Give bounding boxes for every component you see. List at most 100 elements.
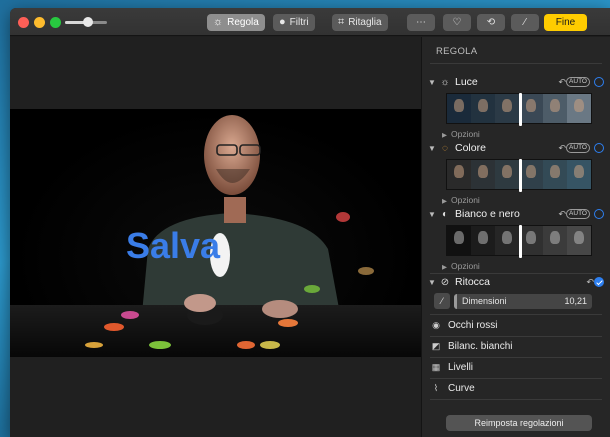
bianco-e-nero-thumbnail-strip[interactable] xyxy=(446,225,592,258)
tab-filtri[interactable]: ● Filtri xyxy=(273,14,315,31)
adjust-sun-icon: ☼ xyxy=(213,16,224,28)
dimension-slider[interactable]: Dimensioni 10,21 xyxy=(454,293,592,309)
tab-filtri-label: Filtri xyxy=(289,17,309,28)
thumbnail xyxy=(471,160,495,189)
luce-toggle[interactable] xyxy=(594,77,604,87)
section-bilanc-bianchi[interactable]: ◩ Bilanc. bianchi xyxy=(430,339,602,353)
undo-icon[interactable]: ↶ xyxy=(558,143,566,154)
section-livelli-label: Livelli xyxy=(448,361,474,373)
colore-options-label: Opzioni xyxy=(451,195,480,205)
rotate-button[interactable]: ⟲ xyxy=(477,14,505,31)
section-ritocca-label: Ritocca xyxy=(455,276,491,288)
close-window-button[interactable] xyxy=(18,17,29,28)
more-button[interactable]: ⋯ xyxy=(407,14,435,31)
tab-ritaglia-label: Ritaglia xyxy=(348,17,382,28)
thumbnail xyxy=(543,160,567,189)
bianco-e-nero-slider-handle[interactable] xyxy=(519,225,522,258)
divider xyxy=(430,273,602,274)
thumbnail xyxy=(495,160,519,189)
auto-luce-button[interactable]: AUTO xyxy=(566,77,590,87)
brush-icon[interactable]: ⁄ xyxy=(434,293,450,309)
curves-icon: ⌇ xyxy=(433,382,439,393)
photo[interactable]: Salva xyxy=(10,109,421,357)
thumbnail xyxy=(471,94,495,123)
thumbnail xyxy=(447,94,471,123)
crop-icon: ⌗ xyxy=(338,16,345,28)
more-icon: ⋯ xyxy=(416,17,426,28)
zoom-slider[interactable] xyxy=(65,17,107,27)
thumbnail xyxy=(543,226,567,255)
done-button[interactable]: Fine xyxy=(544,14,587,31)
disclosure-triangle-icon: ▶ xyxy=(442,264,447,271)
luce-thumbnail-strip[interactable] xyxy=(446,93,592,126)
thumbnail xyxy=(471,226,495,255)
thumbnail xyxy=(519,94,543,123)
section-occhi-rossi[interactable]: ◉ Occhi rossi xyxy=(430,318,602,332)
bianco-e-nero-options[interactable]: ▶ Opzioni xyxy=(442,261,480,271)
section-ritocca-header[interactable]: ▼ ⊘ Ritocca ↶ xyxy=(426,275,606,289)
minimize-window-button[interactable] xyxy=(34,17,45,28)
divider xyxy=(430,63,602,64)
undo-icon[interactable]: ↶ xyxy=(586,277,594,288)
photos-edit-window: ☼ Regola ● Filtri ⌗ Ritaglia ⋯ ♡ ⟲ ⁄ Fin… xyxy=(10,8,610,437)
disclosure-triangle-icon: ▶ xyxy=(442,198,447,205)
magic-wand-icon: ⁄ xyxy=(524,17,526,28)
photo-overlay-text: Salva xyxy=(126,225,221,266)
colore-slider-handle[interactable] xyxy=(519,159,522,192)
tab-regola-label: Regola xyxy=(227,17,259,28)
half-circle-icon: ◐ xyxy=(441,208,449,220)
divider xyxy=(430,399,602,400)
section-luce-header[interactable]: ▼ ☼ Luce ↶ AUTO xyxy=(426,75,606,89)
zoom-slider-knob[interactable] xyxy=(83,17,94,27)
tab-regola[interactable]: ☼ Regola xyxy=(207,14,265,31)
reset-adjustments-button[interactable]: Reimposta regolazioni xyxy=(446,415,592,431)
photo-canvas[interactable]: Salva xyxy=(10,37,421,437)
divider xyxy=(430,336,602,337)
fullscreen-window-button[interactable] xyxy=(50,17,61,28)
disclosure-triangle-icon: ▶ xyxy=(442,132,447,139)
sidebar-title: REGOLA xyxy=(436,46,478,57)
white-balance-icon: ◩ xyxy=(431,340,441,351)
undo-icon[interactable]: ↶ xyxy=(558,209,566,220)
sun-icon: ☼ xyxy=(440,76,450,88)
bianco-e-nero-options-label: Opzioni xyxy=(451,261,480,271)
divider xyxy=(430,357,602,358)
section-livelli[interactable]: ▦ Livelli xyxy=(430,360,602,374)
divider xyxy=(430,314,602,315)
section-curve[interactable]: ⌇ Curve xyxy=(430,381,602,395)
color-wheel-icon: ◌ xyxy=(442,142,448,154)
luce-slider-handle[interactable] xyxy=(519,93,522,126)
favorite-button[interactable]: ♡ xyxy=(443,14,471,31)
section-colore-label: Colore xyxy=(455,142,486,154)
section-colore-header[interactable]: ▼ ◌ Colore ↶ AUTO xyxy=(426,141,606,155)
filters-icon: ● xyxy=(279,16,286,28)
thumbnail xyxy=(495,94,519,123)
auto-enhance-button[interactable]: ⁄ xyxy=(511,14,539,31)
dimension-control[interactable]: ⁄ Dimensioni 10,21 xyxy=(434,293,592,309)
section-bilanc-bianchi-label: Bilanc. bianchi xyxy=(448,340,513,352)
thumbnail xyxy=(519,226,543,255)
disclosure-triangle-icon[interactable]: ▼ xyxy=(426,278,438,287)
section-bianco-e-nero-label: Bianco e nero xyxy=(455,208,520,220)
thumbnail xyxy=(567,94,591,123)
eye-icon: ◉ xyxy=(432,319,440,330)
disclosure-triangle-icon[interactable]: ▼ xyxy=(426,210,438,219)
section-curve-label: Curve xyxy=(448,382,475,394)
colore-thumbnail-strip[interactable] xyxy=(446,159,592,192)
luce-options[interactable]: ▶ Opzioni xyxy=(442,129,480,139)
auto-colore-button[interactable]: AUTO xyxy=(566,143,590,153)
rotate-icon: ⟲ xyxy=(486,17,496,28)
undo-icon[interactable]: ↶ xyxy=(558,77,566,88)
thumbnail xyxy=(567,226,591,255)
tab-ritaglia[interactable]: ⌗ Ritaglia xyxy=(332,14,388,31)
colore-toggle[interactable] xyxy=(594,143,604,153)
dimension-label: Dimensioni xyxy=(462,296,507,306)
auto-bianco-e-nero-button[interactable]: AUTO xyxy=(566,209,590,219)
colore-options[interactable]: ▶ Opzioni xyxy=(442,195,480,205)
bianco-e-nero-toggle[interactable] xyxy=(594,209,604,219)
disclosure-triangle-icon[interactable]: ▼ xyxy=(426,78,438,87)
ritocca-toggle[interactable] xyxy=(594,277,604,287)
thumbnail xyxy=(447,160,471,189)
disclosure-triangle-icon[interactable]: ▼ xyxy=(426,144,438,153)
section-bianco-e-nero-header[interactable]: ▼ ◐ Bianco e nero ↶ AUTO xyxy=(426,207,606,221)
